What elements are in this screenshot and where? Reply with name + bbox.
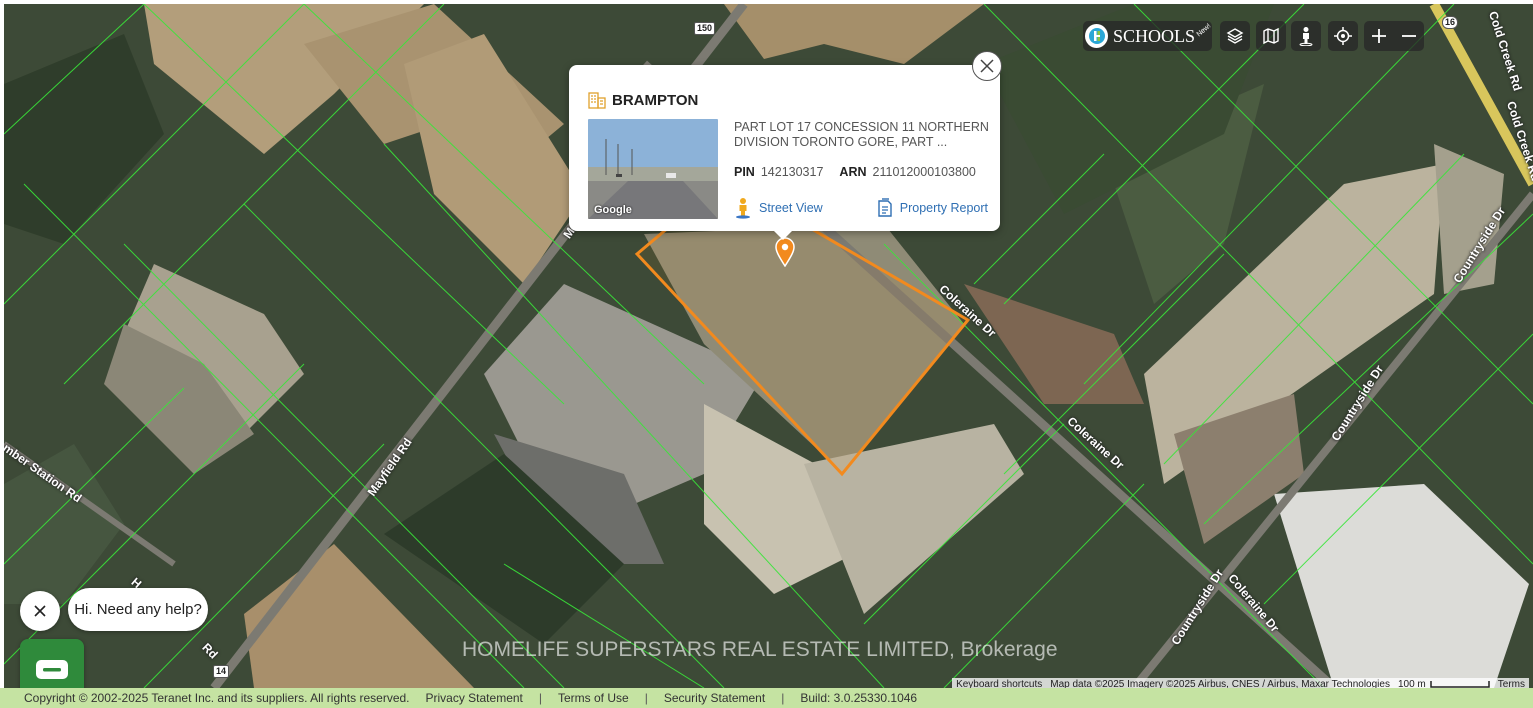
street-view-pegman-button[interactable]: [1291, 21, 1321, 51]
close-icon: [980, 59, 994, 73]
property-identifiers: PIN 142130317 ARN 211012000103800: [734, 165, 976, 179]
schools-button[interactable]: SCHOOLS New!: [1083, 21, 1212, 51]
privacy-link[interactable]: Privacy Statement: [426, 691, 523, 705]
zoom-in-icon[interactable]: [1371, 28, 1387, 44]
terms-link[interactable]: Terms: [1493, 678, 1529, 688]
schools-logo-icon: [1085, 24, 1109, 48]
footer-separator: |: [644, 691, 648, 705]
map-data-attribution: Map data ©2025 Imagery ©2025 Airbus, CNE…: [1046, 678, 1394, 688]
property-report-link[interactable]: Property Report: [877, 197, 988, 219]
property-popup: BRAMPTON Google PART LOT 17 CONCESSION 1…: [569, 65, 1000, 240]
pegman-icon: [1299, 27, 1313, 46]
scale-bar-icon: [1430, 681, 1490, 688]
map-icon: [1263, 27, 1279, 45]
security-link[interactable]: Security Statement: [664, 691, 765, 705]
footer-separator: |: [781, 691, 785, 705]
my-location-button[interactable]: [1328, 21, 1358, 51]
close-icon: [34, 605, 46, 617]
legal-description: PART LOT 17 CONCESSION 11 NORTHERN DIVIS…: [734, 120, 989, 149]
street-view-label: Street View: [759, 201, 823, 215]
schools-label: SCHOOLS: [1113, 25, 1196, 46]
crosshair-icon: [1334, 27, 1352, 45]
pin-value: 142130317: [760, 165, 824, 179]
highway-shield-16: 16: [1442, 16, 1459, 29]
copyright-text: Copyright © 2002-2025 Teranet Inc. and i…: [24, 691, 410, 705]
zoom-out-icon[interactable]: [1401, 28, 1417, 44]
chat-dismiss-button[interactable]: [20, 591, 60, 631]
arn-field: ARN 211012000103800: [839, 165, 975, 179]
map-attribution: Keyboard shortcuts Map data ©2025 Imager…: [952, 678, 1529, 688]
footer-bar: Copyright © 2002-2025 Teranet Inc. and i…: [0, 688, 1533, 708]
thumbnail-google-caption: Google: [594, 204, 632, 216]
popup-city: BRAMPTON: [612, 91, 699, 109]
pin-label: PIN: [734, 165, 755, 179]
chat-greeting-bubble[interactable]: Hi. Need any help?: [68, 588, 208, 631]
arn-label: ARN: [839, 165, 867, 179]
arn-value: 211012000103800: [872, 165, 976, 179]
chat-bubble-icon: [36, 660, 68, 679]
map-type-button[interactable]: [1256, 21, 1286, 51]
scale-label: 100 m: [1397, 679, 1426, 688]
schools-new-badge: New!: [1195, 22, 1213, 38]
street-view-link[interactable]: Street View: [734, 197, 823, 219]
layers-icon: [1226, 28, 1244, 44]
pegman-icon: [736, 198, 750, 219]
property-report-label: Property Report: [899, 201, 988, 215]
highway-shield-150: 150: [694, 22, 716, 35]
popup-title: BRAMPTON: [588, 91, 698, 109]
popup-links: Street View Property Report: [734, 197, 988, 219]
street-view-thumbnail[interactable]: Google: [588, 119, 718, 219]
build-version: Build: 3.0.25330.1046: [800, 691, 918, 705]
popup-close-button[interactable]: [972, 51, 1002, 81]
building-icon: [588, 92, 606, 109]
highway-shield-14: 14: [213, 665, 230, 678]
report-document-icon: [878, 198, 892, 217]
layers-button[interactable]: [1220, 21, 1250, 51]
zoom-controls: [1364, 21, 1424, 51]
keyboard-shortcuts-link[interactable]: Keyboard shortcuts: [952, 678, 1047, 688]
terms-of-use-link[interactable]: Terms of Use: [558, 691, 629, 705]
location-marker-icon[interactable]: [775, 237, 795, 267]
brokerage-watermark: HOMELIFE SUPERSTARS REAL ESTATE LIMITED,…: [462, 638, 1058, 661]
footer-separator: |: [538, 691, 542, 705]
scale-bar: 100 m: [1393, 678, 1494, 688]
pin-field: PIN 142130317: [734, 165, 823, 179]
